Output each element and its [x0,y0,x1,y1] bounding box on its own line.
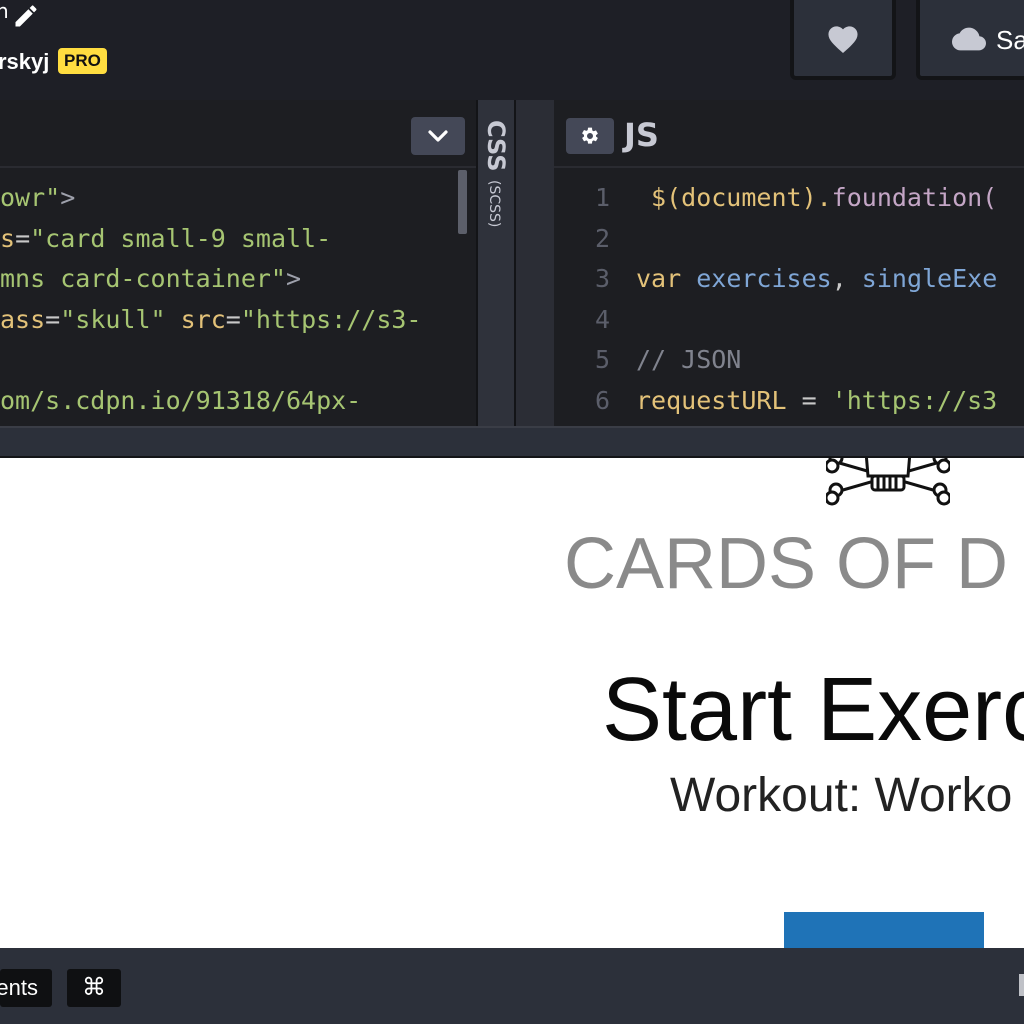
editor-panels: owr"> s="card small-9 small-mns card-cont… [0,100,1024,426]
code-token: "skull" [60,304,166,334]
code-line: owr"> [0,178,421,219]
code-token: $(document). [636,183,832,212]
js-settings-button[interactable] [566,118,614,154]
pane-resizer[interactable] [516,100,554,426]
code-token: , [831,264,862,293]
code-token: singleExe [861,264,998,293]
code-token: exercises [696,264,832,293]
html-code[interactable]: owr"> s="card small-9 small-mns card-cont… [0,178,421,421]
code-token: = [45,304,61,334]
code-token: = [786,385,832,415]
code-token: foundation( [831,183,998,212]
css-editor-tab[interactable]: CSS (SCSS) [476,100,516,426]
js-editor[interactable]: JS 1 2 3 4 5 6 $(document).foundation( var exe… [554,100,1024,426]
code-token: var [636,264,697,293]
editor-menu-button[interactable] [411,117,465,155]
editor-scrollbar[interactable] [458,170,467,234]
code-line: var exercises, singleExe [636,259,997,300]
code-line: // JSON [636,340,997,381]
code-token: > [285,264,302,293]
comments-button[interactable]: ents [0,969,52,1007]
code-line: s="card small-9 small- [0,219,421,260]
preview-resizer[interactable] [0,426,1024,458]
code-line: om/s.cdpn.io/91318/64px- [0,381,421,422]
css-sublabel-text: (SCSS) [486,180,502,227]
code-token: owr" [0,183,61,212]
preview-start-button[interactable] [784,912,984,948]
preview-heading: CARDS OF D [564,524,1009,604]
heart-icon [828,26,858,54]
preview-title: Start Exerc [602,660,1024,760]
chevron-down-icon [428,130,448,142]
js-line-numbers: 1 2 3 4 5 6 [584,178,610,421]
username-link[interactable]: rskyj [0,46,49,78]
code-token: = [225,304,241,334]
code-line: ass="skull" src="https://s3- [0,300,421,341]
code-token: mns card-container" [0,264,286,293]
code-token: 'https://s3 [831,385,998,415]
cloud-icon [952,27,986,51]
preview-subtitle: Workout: Worko [670,769,1013,822]
html-editor[interactable]: owr"> s="card small-9 small-mns card-cont… [0,100,476,426]
code-line: $(document).foundation( [636,178,997,219]
line-number: 3 [594,264,610,293]
like-button[interactable] [790,0,896,80]
pencil-icon[interactable] [12,2,40,30]
code-line: requestURL = 'https://s3 [636,381,997,422]
code-token: s [0,223,16,253]
line-number: 1 [594,183,610,212]
code-token: "card small-9 small- [30,223,332,253]
js-editor-title: JS [624,116,659,154]
css-editor-label: CSS (SCSS) [482,120,510,227]
code-line: mns card-container"> [0,259,421,300]
skull-icon [826,458,950,506]
line-number: 2 [594,223,610,253]
code-token: > [60,183,76,212]
code-token: = [15,223,31,253]
code-token: ass [0,304,46,334]
keyboard-shortcuts-button[interactable]: ⌘ [67,969,121,1007]
gear-icon [582,127,598,144]
result-preview[interactable]: CARDS OF D Start Exerc Workout: Worko [0,458,1024,948]
code-token: "https://s3- [240,304,422,334]
css-label-text: CSS [482,120,510,172]
save-button[interactable]: Sa [916,0,1024,80]
pro-badge[interactable]: PRO [58,48,107,74]
js-editor-header: JS [554,100,1024,168]
js-code[interactable]: $(document).foundation( var exercises, si… [636,178,997,421]
footer-right-button[interactable] [1019,974,1024,996]
html-editor-header [0,100,476,168]
code-token: om/s.cdpn.io/91318/64px- [0,385,362,415]
save-label: Sa [996,25,1024,55]
code-token: // JSON [636,345,742,374]
top-bar: n rskyj PRO Sa [0,0,1024,100]
code-token: requestURL [636,385,787,415]
line-number: 5 [594,345,610,374]
code-token: src [180,304,226,334]
bottom-bar: ents ⌘ [0,948,1024,1024]
line-number: 6 [594,385,610,415]
line-number: 4 [594,304,610,334]
pen-title[interactable]: n [0,0,9,22]
comments-label: ents [0,975,38,1000]
